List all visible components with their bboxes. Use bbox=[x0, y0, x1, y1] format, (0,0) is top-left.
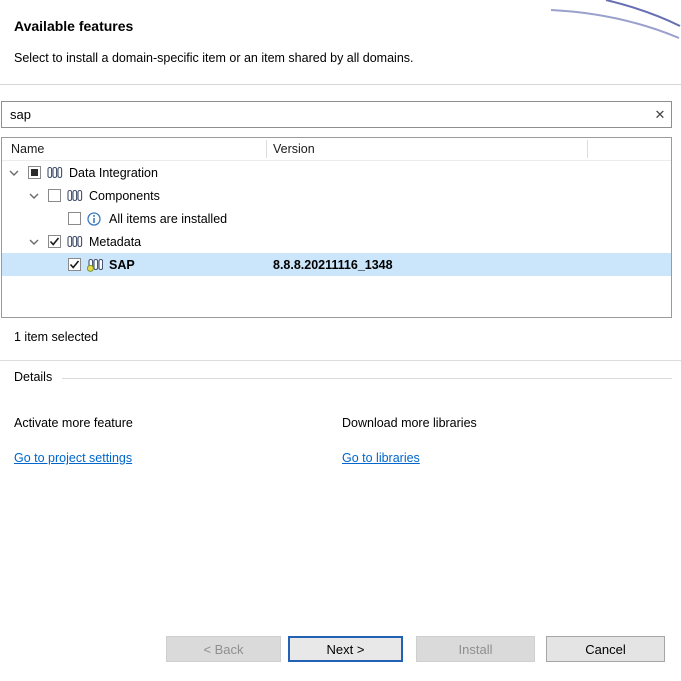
cancel-button[interactable]: Cancel bbox=[546, 636, 665, 662]
grid-icon bbox=[67, 189, 83, 203]
chevron-down-icon[interactable] bbox=[8, 170, 20, 176]
column-header-name[interactable]: Name bbox=[11, 142, 44, 156]
go-to-project-settings-link[interactable]: Go to project settings bbox=[14, 451, 132, 465]
download-libraries-heading: Download more libraries bbox=[342, 416, 477, 430]
column-divider bbox=[587, 140, 588, 158]
tree-row-label: Components bbox=[89, 189, 160, 203]
details-group-label: Details bbox=[14, 370, 52, 384]
column-divider bbox=[266, 140, 267, 158]
tree-row-data-integration[interactable]: Data Integration bbox=[2, 161, 671, 184]
search-field: ✕ bbox=[1, 101, 672, 128]
checkbox-partial[interactable] bbox=[28, 166, 41, 179]
chevron-down-icon[interactable] bbox=[28, 193, 40, 199]
tree-row-all-items-installed[interactable]: All items are installed bbox=[2, 207, 671, 230]
tree-row-sap[interactable]: SAP 8.8.8.20211116_1348 bbox=[2, 253, 671, 276]
checkbox-checked[interactable] bbox=[68, 258, 81, 271]
search-input[interactable] bbox=[2, 107, 649, 122]
available-features-dialog: Available features Select to install a d… bbox=[0, 0, 681, 681]
clear-search-icon[interactable]: ✕ bbox=[649, 107, 671, 123]
grid-icon bbox=[47, 166, 63, 180]
tree-row-components[interactable]: Components bbox=[2, 184, 671, 207]
corner-decoration bbox=[551, 0, 681, 40]
checkbox-unchecked[interactable] bbox=[68, 212, 81, 225]
info-icon bbox=[87, 212, 103, 226]
back-button: < Back bbox=[166, 636, 281, 662]
header-separator bbox=[0, 84, 681, 85]
tree-row-metadata[interactable]: Metadata bbox=[2, 230, 671, 253]
table-header: Name Version bbox=[2, 138, 671, 161]
next-button[interactable]: Next > bbox=[288, 636, 403, 662]
grid-plus-icon bbox=[87, 258, 103, 272]
page-subtitle: Select to install a domain-specific item… bbox=[14, 51, 414, 65]
tree-row-label: Metadata bbox=[89, 235, 141, 249]
status-text: 1 item selected bbox=[14, 330, 98, 344]
column-header-version[interactable]: Version bbox=[273, 142, 315, 156]
chevron-down-icon[interactable] bbox=[28, 239, 40, 245]
details-top-separator bbox=[0, 360, 681, 361]
go-to-libraries-link[interactable]: Go to libraries bbox=[342, 451, 420, 465]
tree-row-version: 8.8.8.20211116_1348 bbox=[273, 258, 393, 272]
checkbox-checked[interactable] bbox=[48, 235, 61, 248]
details-group-line bbox=[62, 378, 672, 379]
checkbox-unchecked[interactable] bbox=[48, 189, 61, 202]
page-title: Available features bbox=[14, 18, 133, 34]
tree-row-label: All items are installed bbox=[109, 212, 227, 226]
activate-feature-heading: Activate more feature bbox=[14, 416, 133, 430]
install-button: Install bbox=[416, 636, 535, 662]
tree-row-label: SAP bbox=[109, 258, 135, 272]
grid-icon bbox=[67, 235, 83, 249]
tree-row-label: Data Integration bbox=[69, 166, 158, 180]
features-table: Name Version Data Integration bbox=[1, 137, 672, 318]
